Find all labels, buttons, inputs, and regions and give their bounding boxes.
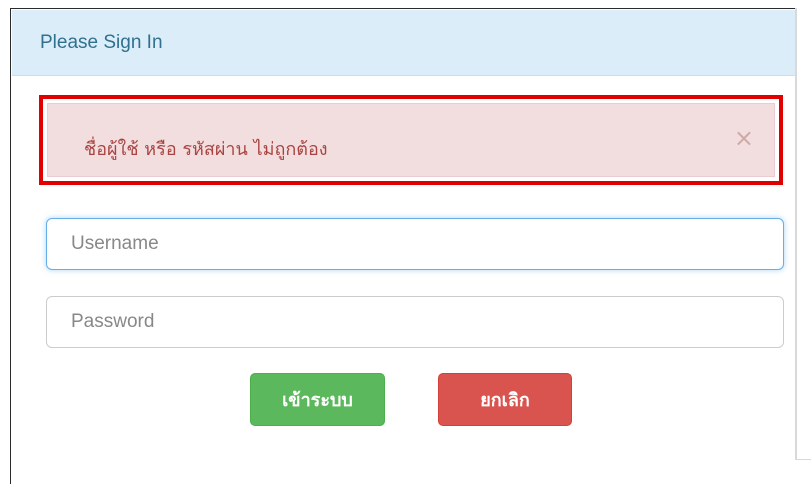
login-button[interactable]: เข้าระบบ <box>250 373 385 426</box>
sign-in-panel: Please Sign In ชื่อผู้ใช้ หรือ รหัสผ่าน … <box>10 8 796 484</box>
panel-bottom-edge <box>795 459 811 460</box>
panel-right-edge <box>795 8 797 460</box>
error-alert-message: ชื่อผู้ใช้ หรือ รหัสผ่าน ไม่ถูกต้อง <box>84 139 328 160</box>
cancel-button[interactable]: ยกเลิก <box>438 373 572 426</box>
username-input[interactable] <box>46 218 784 270</box>
panel-title: Please Sign In <box>40 32 163 53</box>
close-icon[interactable]: × <box>734 126 754 150</box>
panel-heading: Please Sign In <box>12 10 796 76</box>
password-input[interactable] <box>46 296 784 348</box>
error-alert: ชื่อผู้ใช้ หรือ รหัสผ่าน ไม่ถูกต้อง × <box>47 103 775 177</box>
alert-highlight-frame: ชื่อผู้ใช้ หรือ รหัสผ่าน ไม่ถูกต้อง × <box>39 95 783 185</box>
